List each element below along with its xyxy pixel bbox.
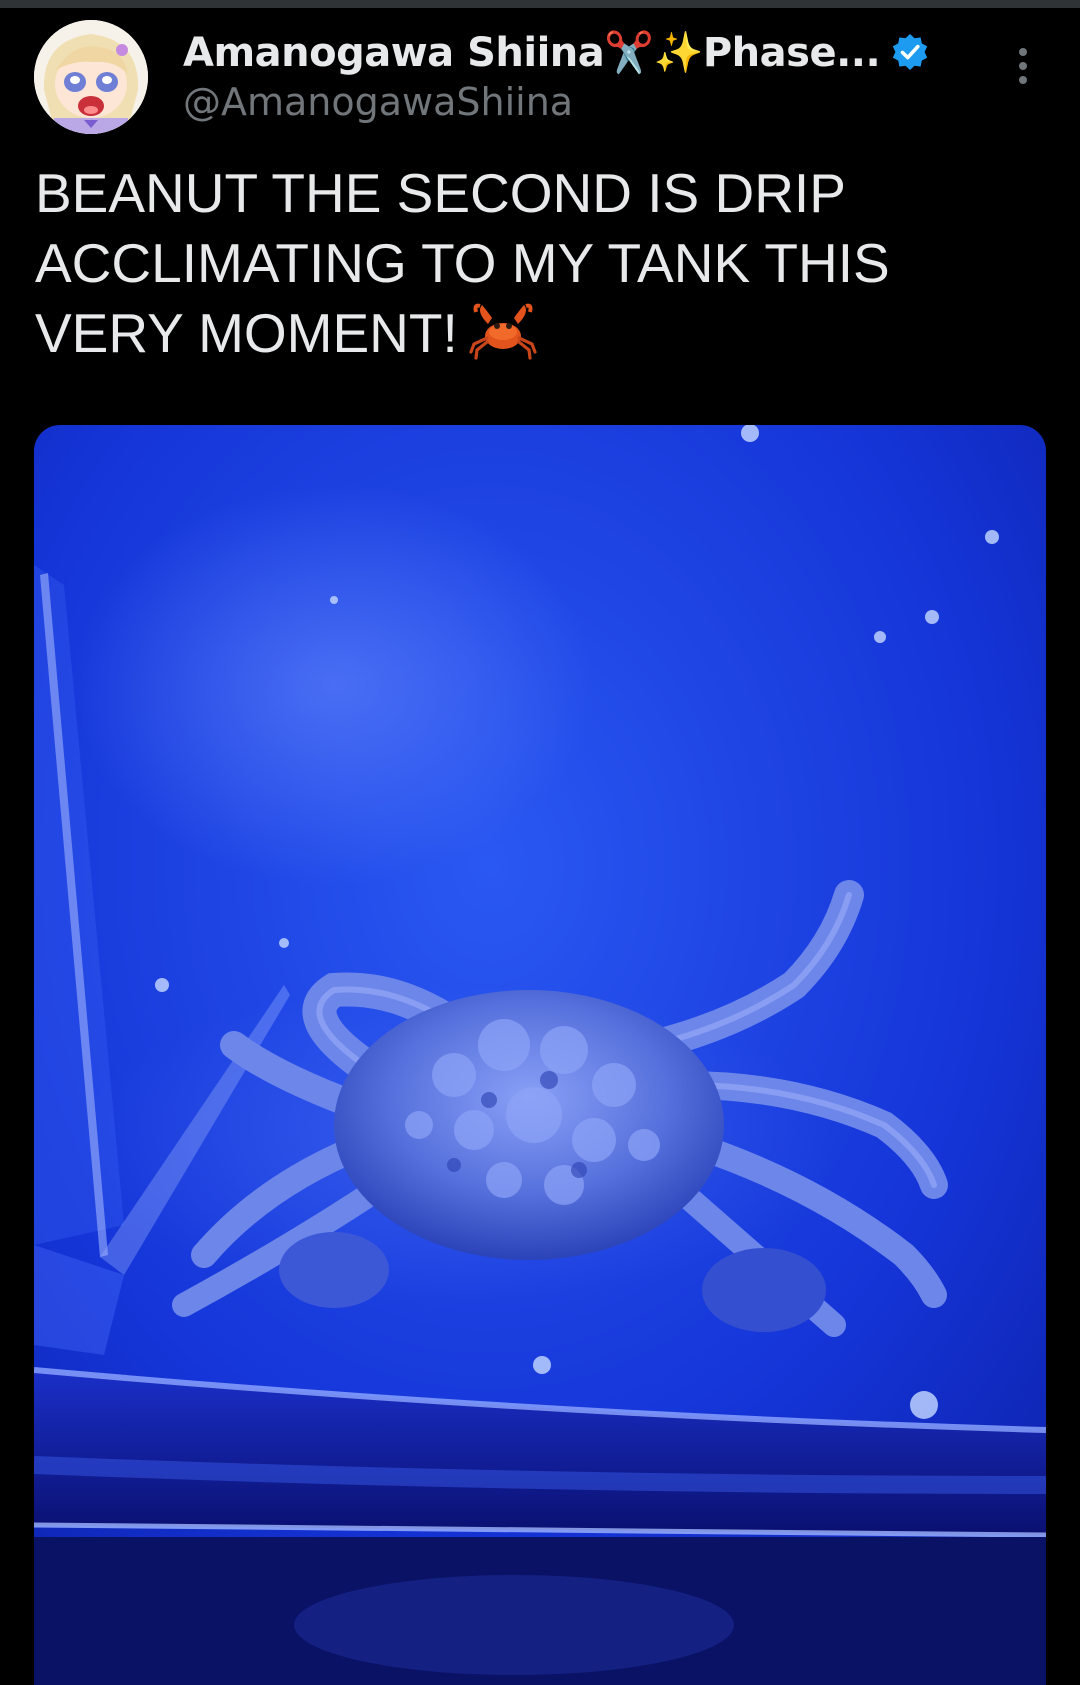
more-options-button[interactable] <box>1008 42 1038 90</box>
tweet-body: BEANUT THE SECOND IS DRIP ACCLIMATING TO… <box>35 162 890 364</box>
tweet-photo[interactable] <box>34 425 1046 1685</box>
crab-in-aquarium-photo <box>34 425 1046 1685</box>
more-vertical-icon-dot <box>1019 62 1027 70</box>
author-display-name[interactable]: Amanogawa Shiina✂️✨Phase... <box>183 29 881 76</box>
more-vertical-icon-dot <box>1019 76 1027 84</box>
verified-badge-icon <box>890 32 930 72</box>
more-vertical-icon <box>1019 48 1027 56</box>
anime-girl-avatar-icon <box>34 20 148 134</box>
author-handle[interactable]: @AmanogawaShiina <box>183 80 573 124</box>
avatar[interactable] <box>34 20 148 134</box>
top-divider <box>0 0 1080 8</box>
crab-icon <box>468 302 538 360</box>
tweet-text: BEANUT THE SECOND IS DRIP ACCLIMATING TO… <box>35 158 1045 368</box>
author-name-row[interactable]: Amanogawa Shiina✂️✨Phase... <box>183 22 930 82</box>
